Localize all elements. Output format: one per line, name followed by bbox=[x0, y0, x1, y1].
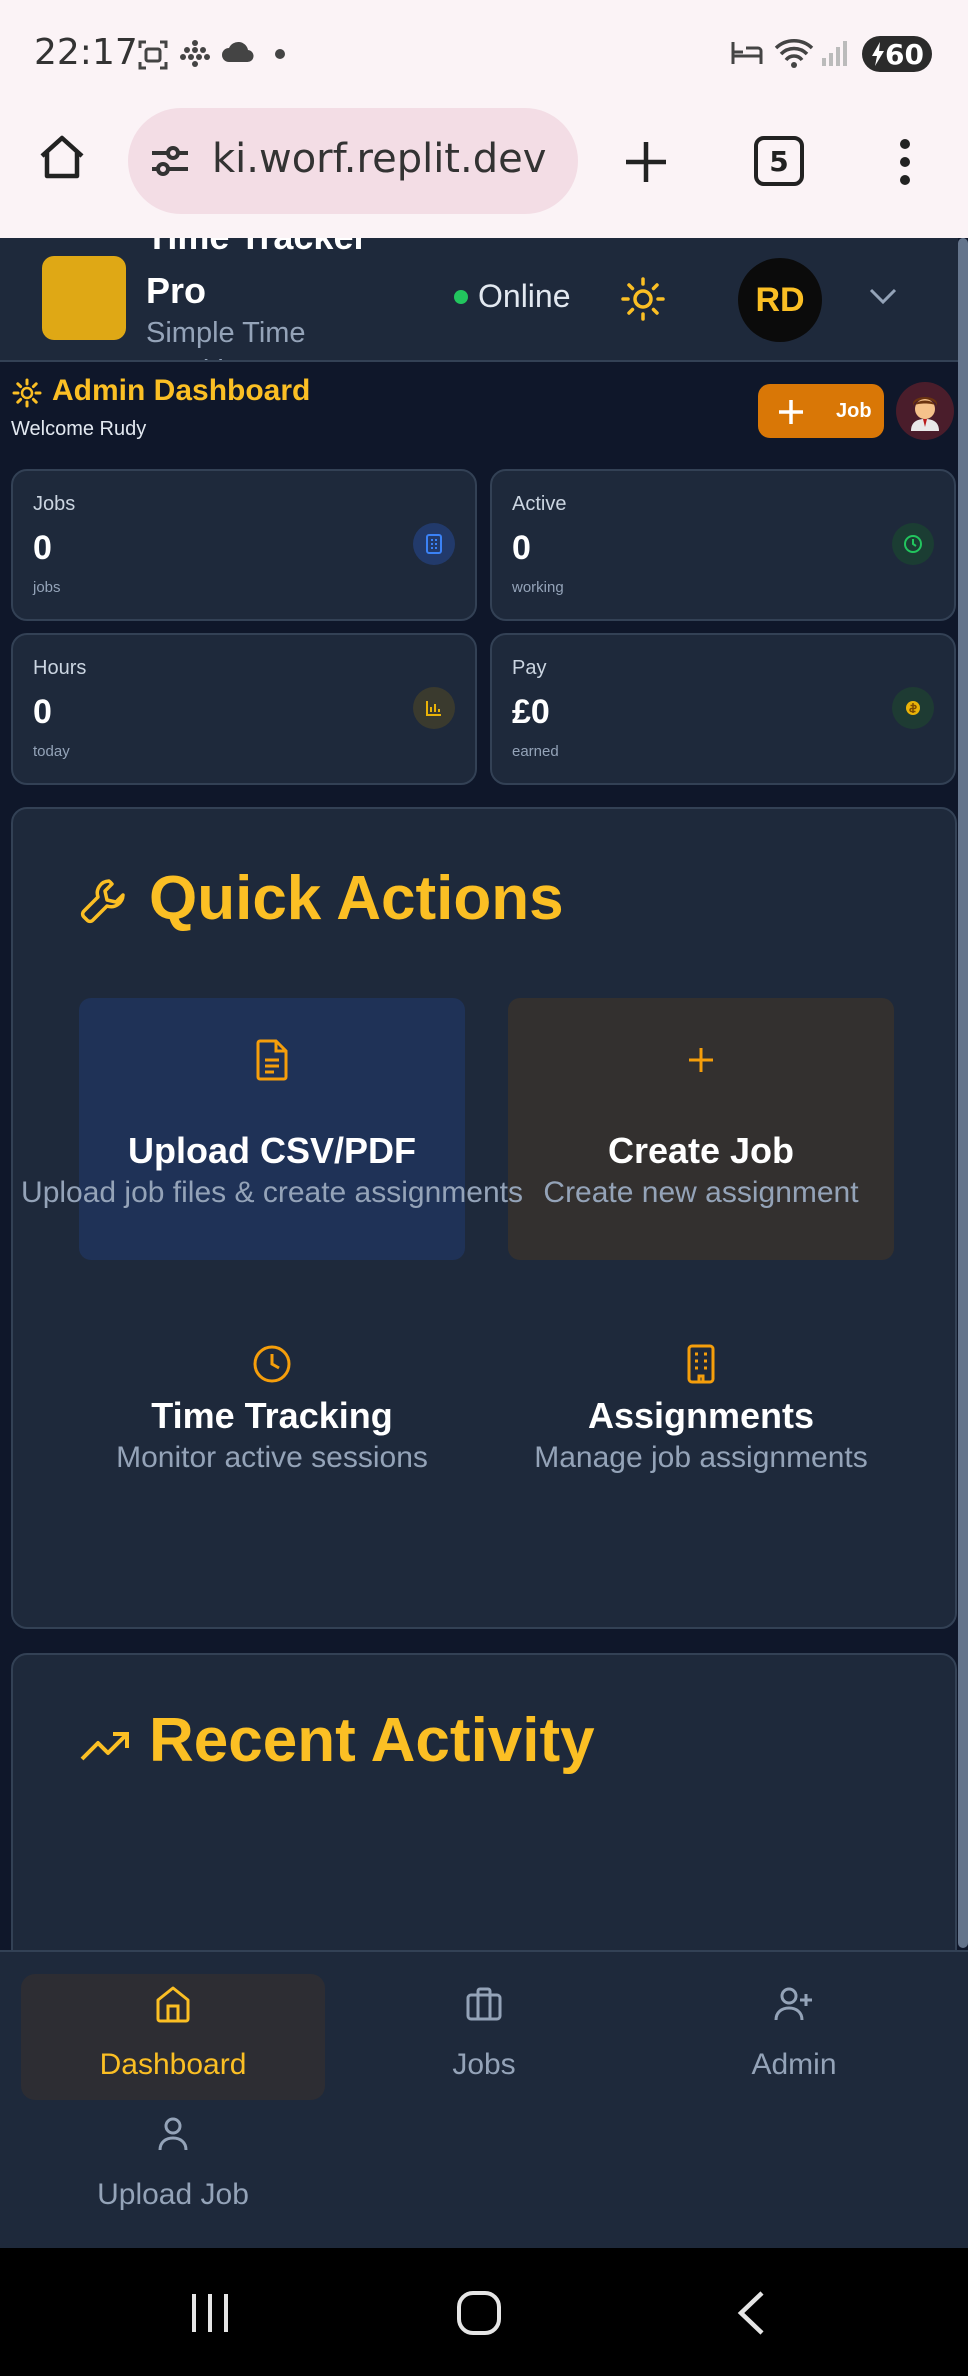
create-job-action[interactable] bbox=[508, 998, 894, 1260]
assignments-action[interactable]: Assignments Manage job assignments bbox=[508, 1302, 894, 1564]
bottom-navigation: Dashboard Jobs Admin Upload Job bbox=[0, 1950, 968, 2248]
dots-grid-icon bbox=[178, 38, 212, 72]
clock-icon bbox=[252, 1342, 292, 1386]
browser-toolbar: ki.worf.replit.dev 5 bbox=[0, 100, 968, 238]
upload-csv-pdf-action[interactable] bbox=[79, 998, 465, 1260]
quick-actions-panel: Quick Actions Upload CSV/PDF Upload job … bbox=[11, 807, 957, 1629]
upload-csv-pdf-desc: Upload job files & create assignments bbox=[21, 1176, 523, 1209]
welcome-text: Welcome Rudy bbox=[11, 418, 147, 440]
home-icon bbox=[153, 1984, 193, 2024]
add-job-button[interactable]: Job bbox=[758, 384, 884, 438]
new-tab-icon[interactable] bbox=[622, 138, 670, 186]
nav-upload-job[interactable]: Upload Job bbox=[21, 2104, 325, 2230]
brand-subtitle: Simple Time Tracking bbox=[146, 317, 306, 360]
brand-title: Time Tracker Pro bbox=[146, 238, 367, 311]
profile-emoji-avatar[interactable] bbox=[896, 382, 954, 440]
briefcase-icon bbox=[464, 1984, 504, 2024]
site-settings-icon[interactable] bbox=[148, 144, 192, 178]
connection-status-label: Online bbox=[478, 278, 571, 314]
stat-unit: working bbox=[512, 579, 564, 596]
create-job-desc: Create new assignment bbox=[543, 1176, 859, 1209]
gear-icon bbox=[12, 378, 42, 408]
connection-status: Online bbox=[454, 278, 571, 315]
app-header: Time Tracker Pro Simple Time Tracking On… bbox=[0, 238, 958, 362]
stat-label: Jobs bbox=[33, 493, 76, 515]
plus-icon bbox=[681, 1038, 721, 1082]
battery-level: 60 bbox=[885, 37, 924, 71]
stat-card-active: Active 0 working bbox=[490, 469, 956, 621]
nav-admin[interactable]: Admin bbox=[642, 1974, 946, 2100]
clock-time: 22:17 bbox=[34, 32, 138, 73]
url-text: ki.worf.replit.dev bbox=[212, 136, 547, 182]
stat-card-pay: Pay £0 earned bbox=[490, 633, 956, 785]
more-menu-icon[interactable] bbox=[892, 138, 918, 186]
upload-csv-pdf-title: Upload CSV/PDF bbox=[127, 1130, 417, 1171]
cloud-icon bbox=[220, 38, 256, 66]
stat-value: 0 bbox=[512, 529, 531, 567]
home-button-icon[interactable] bbox=[456, 2290, 502, 2336]
stat-label: Active bbox=[512, 493, 567, 515]
stat-label: Hours bbox=[33, 657, 87, 679]
app-viewport: Time Tracker Pro Simple Time Tracking On… bbox=[0, 238, 968, 2248]
user-icon bbox=[153, 2114, 193, 2154]
recent-apps-icon[interactable] bbox=[188, 2292, 232, 2334]
charging-bolt-icon bbox=[870, 41, 886, 67]
stat-unit: earned bbox=[512, 743, 559, 760]
assignments-title: Assignments bbox=[587, 1395, 815, 1436]
theme-toggle-sun-icon[interactable] bbox=[620, 276, 666, 322]
android-navigation-bar bbox=[0, 2248, 968, 2376]
nav-label: Dashboard bbox=[99, 2048, 247, 2081]
clock-icon bbox=[892, 523, 934, 565]
tab-switcher-button[interactable]: 5 bbox=[754, 136, 804, 186]
stat-value: 0 bbox=[33, 693, 52, 731]
bar-chart-icon bbox=[413, 687, 455, 729]
back-icon[interactable] bbox=[736, 2290, 766, 2336]
nav-label: Upload Job bbox=[97, 2178, 249, 2211]
battery-indicator: 60 bbox=[862, 36, 932, 72]
dashboard-title: Admin Dashboard bbox=[52, 374, 311, 407]
time-tracking-desc: Monitor active sessions bbox=[116, 1441, 428, 1474]
trending-up-icon bbox=[79, 1725, 131, 1765]
building-icon bbox=[681, 1342, 721, 1386]
assignments-desc: Manage job assignments bbox=[534, 1441, 868, 1474]
stat-label: Pay bbox=[512, 657, 547, 679]
stat-card-jobs: Jobs 0 jobs bbox=[11, 469, 477, 621]
android-status-bar: 22:17 60 bbox=[0, 0, 968, 100]
user-plus-icon bbox=[774, 1984, 814, 2024]
nav-label: Admin bbox=[751, 2048, 837, 2081]
time-tracking-title: Time Tracking bbox=[151, 1395, 393, 1436]
stat-card-hours: Hours 0 today bbox=[11, 633, 477, 785]
stat-value: 0 bbox=[33, 529, 52, 567]
file-icon bbox=[252, 1038, 292, 1082]
quick-actions-title: Quick Actions bbox=[149, 864, 564, 933]
stat-value: £0 bbox=[512, 693, 550, 731]
add-job-label: Job bbox=[836, 400, 872, 422]
stat-unit: jobs bbox=[33, 579, 61, 596]
home-icon[interactable] bbox=[36, 132, 88, 184]
time-tracking-action[interactable]: Time Tracking Monitor active sessions bbox=[79, 1302, 465, 1564]
chevron-down-icon[interactable] bbox=[868, 286, 898, 306]
signal-icon bbox=[820, 38, 850, 68]
notification-dot-icon bbox=[274, 48, 286, 60]
bed-icon bbox=[730, 38, 764, 68]
create-job-title: Create Job bbox=[607, 1130, 795, 1171]
app-logo bbox=[42, 256, 126, 340]
online-dot-icon bbox=[454, 289, 468, 304]
nav-label: Jobs bbox=[452, 2048, 516, 2081]
building-icon bbox=[413, 523, 455, 565]
coin-icon bbox=[892, 687, 934, 729]
scrollbar[interactable] bbox=[958, 238, 968, 1948]
wrench-icon bbox=[79, 875, 129, 925]
stat-unit: today bbox=[33, 743, 70, 760]
plus-icon bbox=[776, 397, 806, 427]
nav-jobs[interactable]: Jobs bbox=[332, 1974, 636, 2100]
screenshot-icon bbox=[136, 38, 170, 72]
user-avatar[interactable]: RD bbox=[738, 258, 822, 342]
recent-activity-title: Recent Activity bbox=[149, 1706, 595, 1775]
nav-dashboard[interactable]: Dashboard bbox=[21, 1974, 325, 2100]
address-bar[interactable]: ki.worf.replit.dev bbox=[128, 108, 578, 214]
wifi-icon bbox=[774, 38, 814, 70]
